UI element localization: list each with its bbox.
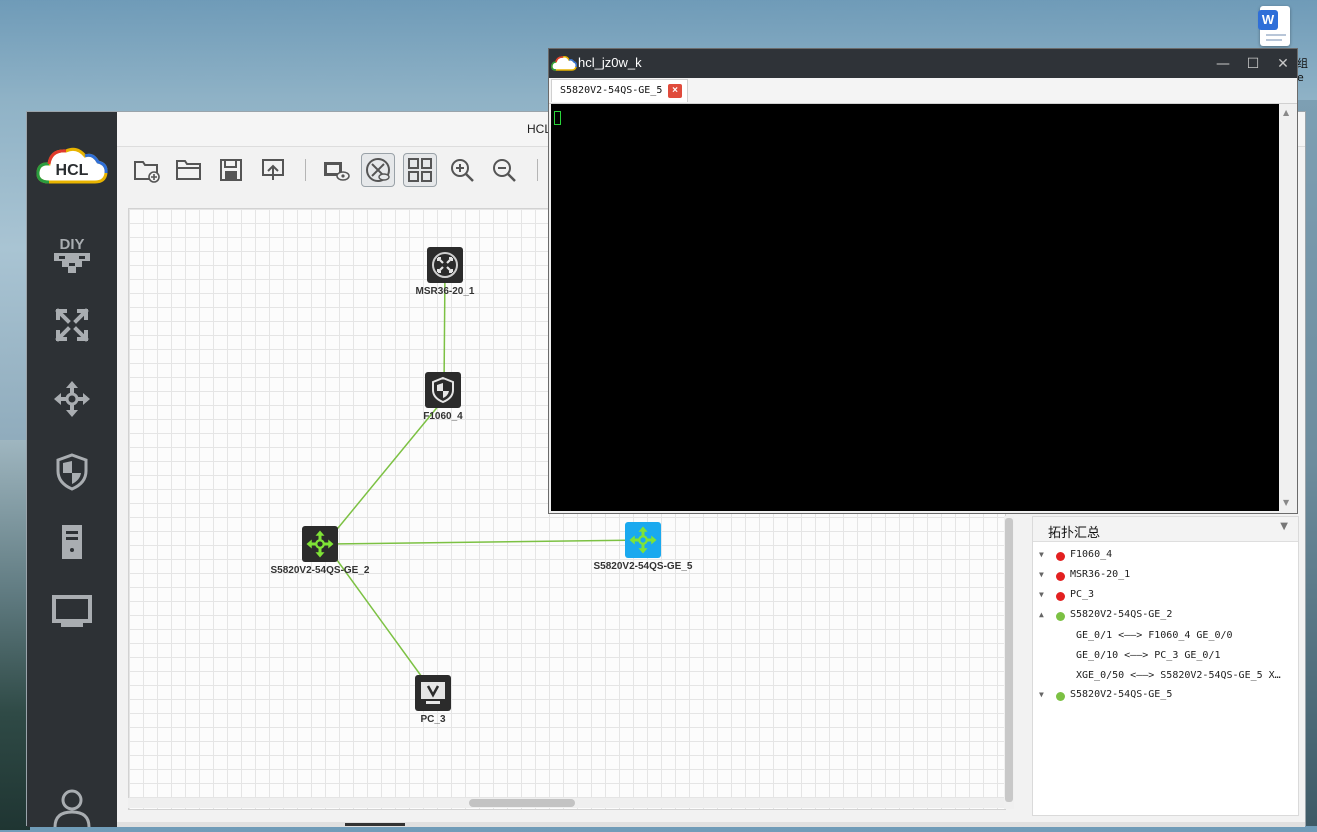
node-label: S5820V2-54QS-GE_5 [593, 561, 693, 572]
toolbar-separator [537, 159, 538, 181]
terminal-screen[interactable] [551, 104, 1279, 511]
canvas-vertical-scrollbar[interactable] [1004, 516, 1014, 809]
summary-link-entry: XGE_0/50 <——> S5820V2-54QS-GE_5 X… [1076, 670, 1281, 681]
node-label: F1060_4 [423, 411, 463, 422]
status-dot [1056, 572, 1065, 581]
show-interface-button[interactable] [319, 153, 353, 187]
hcl-logo-text: HCL [56, 162, 89, 179]
pc-device-icon [415, 675, 451, 711]
switch-icon[interactable] [47, 374, 97, 424]
node-label: MSR36-20_1 [415, 286, 475, 297]
save-project-button[interactable] [214, 153, 248, 187]
status-dot [1056, 552, 1065, 561]
zoom-out-button[interactable] [487, 153, 521, 187]
status-dot [1056, 692, 1065, 701]
terminal-window-title: hcl_jz0w_k [578, 55, 642, 70]
chevron-down-icon[interactable]: ▼ [1039, 570, 1044, 579]
new-project-button[interactable] [130, 153, 164, 187]
router-icon[interactable] [47, 300, 97, 350]
summary-item-label: S5820V2-54QS-GE_2 [1070, 609, 1173, 620]
scroll-down-icon[interactable]: ▼ [1283, 498, 1289, 507]
open-project-button[interactable] [172, 153, 206, 187]
zoom-in-button[interactable] [445, 153, 479, 187]
terminal-tab-label: S5820V2-54QS-GE_5 [560, 85, 663, 96]
summary-item[interactable]: ▼ MSR36-20_1 [1033, 566, 1298, 586]
node-pc-3[interactable]: PC_3 [383, 675, 483, 725]
scrollbar-thumb[interactable] [1005, 518, 1013, 802]
summary-item[interactable]: ▼ PC_3 [1033, 586, 1298, 606]
topology-view-button[interactable] [361, 153, 395, 187]
chevron-down-icon[interactable]: ▼ [1039, 590, 1044, 599]
summary-item-label: F1060_4 [1070, 549, 1113, 560]
scrollbar-thumb[interactable] [469, 799, 575, 807]
topology-summary-header[interactable]: 拓扑汇总 ▼ [1033, 517, 1298, 542]
hcl-logo: HCL [35, 142, 109, 190]
canvas-horizontal-scrollbar[interactable] [128, 798, 1004, 808]
server-icon[interactable] [47, 517, 97, 567]
terminal-title-bar[interactable]: hcl_jz0w_k — ☐ ✕ [549, 49, 1297, 78]
firewall-icon[interactable] [47, 447, 97, 497]
node-label: PC_3 [420, 714, 446, 725]
desktop-word-document-icon[interactable]: W [1256, 6, 1294, 48]
chevron-down-icon[interactable]: ▼ [1039, 550, 1044, 559]
desktop-label-fragment: e [1297, 71, 1304, 84]
terminal-window: hcl_jz0w_k — ☐ ✕ S5820V2-54QS-GE_5 × ▲ ▼ [548, 48, 1298, 514]
node-s5820v2-54qs-ge-2[interactable]: S5820V2-54QS-GE_2 [260, 526, 380, 576]
firewall-device-icon [425, 372, 461, 408]
maximize-button[interactable]: ☐ [1238, 49, 1268, 78]
summary-item-label: S5820V2-54QS-GE_5 [1070, 689, 1173, 700]
summary-item-label: MSR36-20_1 [1070, 569, 1131, 580]
word-badge: W [1258, 10, 1278, 30]
node-label: S5820V2-54QS-GE_2 [270, 565, 370, 576]
router-device-icon [427, 247, 463, 283]
terminal-tab-bar: S5820V2-54QS-GE_5 × [549, 78, 1297, 104]
summary-item[interactable]: ▼ S5820V2-54QS-GE_5 [1033, 686, 1298, 706]
user-icon[interactable] [47, 782, 97, 832]
scroll-up-icon[interactable]: ▲ [1283, 108, 1289, 117]
topology-summary-panel: 拓扑汇总 ▼ ▼ F1060_4 ▼ MSR36-20_1 ▼ PC_3 ▲ S… [1032, 516, 1299, 816]
close-button[interactable]: ✕ [1268, 49, 1298, 78]
export-button[interactable] [256, 153, 290, 187]
terminal-cursor [554, 111, 561, 125]
switch-device-icon [625, 522, 661, 558]
desktop-label-fragment: 组 [1297, 57, 1308, 70]
terminal-icon[interactable] [47, 587, 97, 637]
document-line [1266, 34, 1286, 36]
grid-view-button[interactable] [403, 153, 437, 187]
hcl-bottom-bar [117, 822, 1305, 827]
tab-close-icon[interactable]: × [668, 84, 682, 98]
diy-label: DIY [59, 236, 84, 253]
minimize-button[interactable]: — [1208, 49, 1238, 78]
hcl-sidebar: HCL DIY [27, 112, 117, 827]
summary-item-label: PC_3 [1070, 589, 1095, 600]
switch-device-icon [302, 526, 338, 562]
document-line [1266, 39, 1282, 41]
summary-item[interactable]: ▼ F1060_4 [1033, 546, 1298, 566]
node-f1060-4[interactable]: F1060_4 [393, 372, 493, 422]
status-dot [1056, 612, 1065, 621]
summary-item[interactable]: ▲ S5820V2-54QS-GE_2 [1033, 606, 1298, 626]
terminal-scrollbar[interactable]: ▲ ▼ [1280, 104, 1296, 511]
topology-summary-title: 拓扑汇总 [1048, 526, 1101, 541]
node-msr36-20-1[interactable]: MSR36-20_1 [395, 247, 495, 297]
summary-link-entry: GE_0/1 <——> F1060_4 GE_0/0 [1076, 630, 1233, 641]
chevron-down-icon[interactable]: ▼ [1039, 690, 1044, 699]
status-dot [1056, 592, 1065, 601]
toolbar-separator [305, 159, 306, 181]
summary-link-entry: GE_0/10 <——> PC_3 GE_0/1 [1076, 650, 1221, 661]
collapse-icon[interactable]: ▼ [1280, 521, 1288, 532]
hcl-cloud-icon [551, 56, 577, 71]
diy-icon[interactable]: DIY [47, 230, 97, 280]
terminal-tab[interactable]: S5820V2-54QS-GE_5 × [551, 79, 688, 102]
node-s5820v2-54qs-ge-5[interactable]: S5820V2-54QS-GE_5 [583, 522, 703, 572]
chevron-up-icon[interactable]: ▲ [1039, 610, 1044, 619]
